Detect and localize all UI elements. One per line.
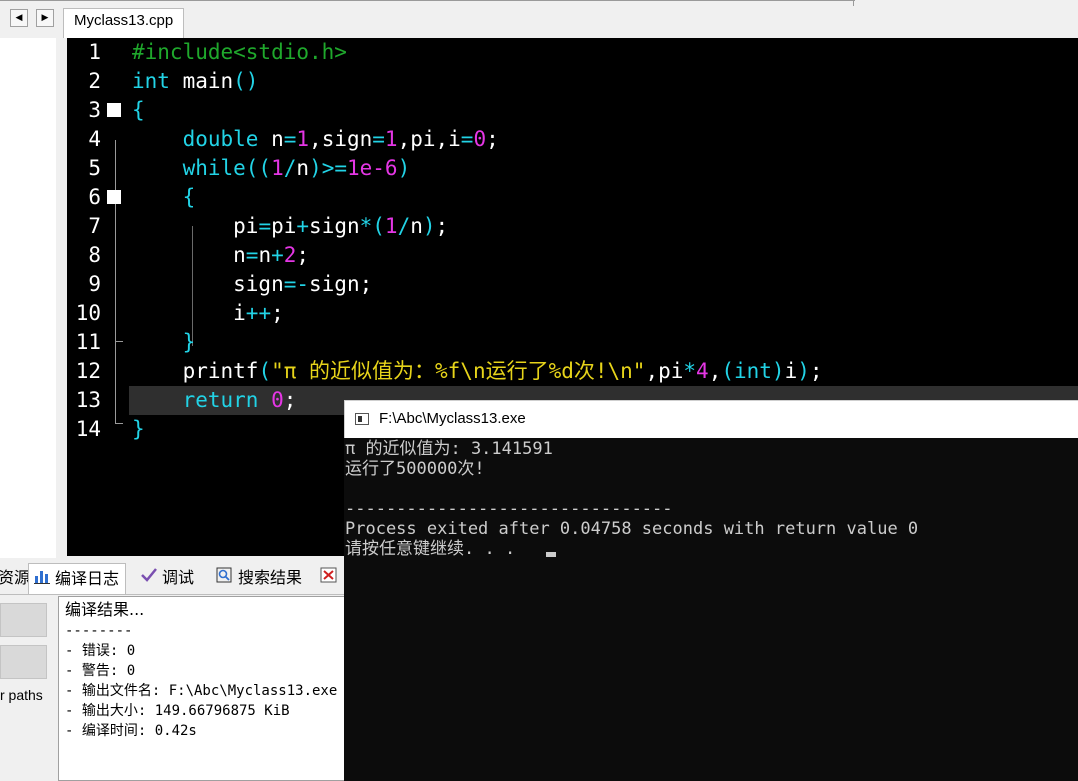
code-text: pi=pi+sign*(1/n); xyxy=(132,214,449,238)
code-line-5[interactable]: 5 while((1/n)>=1e-6) xyxy=(67,154,1078,183)
console-app-icon xyxy=(355,413,369,425)
code-text: return 0; xyxy=(182,388,297,412)
code-text: int main() xyxy=(132,69,259,93)
code-text: { xyxy=(182,185,196,209)
tab-scroll-right-button[interactable]: ▶ xyxy=(36,9,54,27)
code-text: printf("π 的近似值为：%f\n运行了%d次!\n",pi*4,(int… xyxy=(132,359,823,383)
line-number: 9 xyxy=(88,272,101,296)
search-icon xyxy=(216,563,234,593)
code-text: n=n+2; xyxy=(132,243,310,267)
console-cursor xyxy=(546,552,556,557)
fold-toggle-icon[interactable] xyxy=(107,190,121,204)
top-border xyxy=(0,0,855,1)
code-text: double n=1,sign=1,pi,i=0; xyxy=(182,127,499,151)
log-separator: -------- xyxy=(65,623,133,639)
tab-label: 调试 xyxy=(162,568,195,587)
console-window[interactable]: F:\Abc\Myclass13.exe π 的近似值为: 3.141591 运… xyxy=(344,400,1078,781)
project-panel xyxy=(0,38,57,558)
tab-compile-log[interactable]: 编译日志 xyxy=(28,563,127,594)
console-line: π 的近似值为: 3.141591 xyxy=(345,439,553,459)
line-number: 10 xyxy=(75,301,101,325)
log-title: 编译结果... xyxy=(65,600,145,619)
code-line-7[interactable]: 7 pi=pi+sign*(1/n); xyxy=(67,212,1078,241)
line-number: 4 xyxy=(88,127,101,151)
fold-toggle-icon[interactable] xyxy=(107,103,121,117)
tab-label: 编译日志 xyxy=(55,569,120,588)
line-number: 7 xyxy=(88,214,101,238)
code-line-1[interactable]: 1 #include<stdio.h> xyxy=(67,38,1078,67)
panel-splitter[interactable] xyxy=(56,38,67,558)
code-text: #include<stdio.h> xyxy=(132,40,347,64)
paths-label: r paths xyxy=(0,687,43,703)
compile-log-output[interactable]: 编译结果... -------- - 错误: 0 - 警告: 0 - 输出文件名… xyxy=(58,596,346,781)
line-number: 12 xyxy=(75,359,101,383)
code-line-4[interactable]: 4 double n=1,sign=1,pi,i=0; xyxy=(67,125,1078,154)
tab-scroll-left-button[interactable]: ◀ xyxy=(10,9,28,27)
log-errors: - 错误: 0 xyxy=(65,643,136,659)
line-number: 5 xyxy=(88,156,101,180)
code-line-12[interactable]: 12 printf("π 的近似值为：%f\n运行了%d次!\n",pi*4,(… xyxy=(67,357,1078,386)
line-number: 3 xyxy=(88,98,101,122)
line-number: 14 xyxy=(75,417,101,441)
code-line-11[interactable]: 11 } xyxy=(67,328,1078,357)
top-border-end xyxy=(853,0,854,6)
code-line-10[interactable]: 10 i++; xyxy=(67,299,1078,328)
bottom-panel-tabs: 资源 编译日志 调试 搜索结果 xyxy=(0,563,344,595)
code-line-3[interactable]: 3 { xyxy=(67,96,1078,125)
log-output-file: - 输出文件名: F:\Abc\Myclass13.exe xyxy=(65,683,338,699)
line-number: 1 xyxy=(88,40,101,64)
log-output-size: - 输出大小: 149.66796875 KiB xyxy=(65,703,290,719)
log-compile-time: - 编译时间: 0.42s xyxy=(65,723,197,739)
close-panel-icon xyxy=(320,563,338,593)
tab-myclass13-cpp[interactable]: Myclass13.cpp xyxy=(63,8,185,38)
tab-label: 搜索结果 xyxy=(238,568,303,587)
editor-tab-strip: ◀ ▶ Myclass13.cpp xyxy=(0,0,1078,38)
check-icon xyxy=(140,563,158,593)
console-line: 运行了500000次! xyxy=(345,459,485,479)
line-number: 13 xyxy=(75,388,101,412)
tab-close-results[interactable] xyxy=(320,563,342,593)
code-text: } xyxy=(182,330,196,354)
line-number: 8 xyxy=(88,243,101,267)
tab-resources[interactable]: 资源 xyxy=(0,563,30,593)
console-line: Process exited after 0.04758 seconds wit… xyxy=(345,519,919,539)
side-panel-button[interactable] xyxy=(0,603,47,637)
line-number: 2 xyxy=(88,69,101,93)
tab-search-results[interactable]: 搜索结果 xyxy=(216,563,302,593)
code-text: sign=-sign; xyxy=(132,272,373,296)
code-text: } xyxy=(132,417,145,441)
code-line-8[interactable]: 8 n=n+2; xyxy=(67,241,1078,270)
code-line-9[interactable]: 9 sign=-sign; xyxy=(67,270,1078,299)
console-line: -------------------------------- xyxy=(345,499,673,519)
log-warnings: - 警告: 0 xyxy=(65,663,136,679)
code-text: { xyxy=(132,98,145,122)
console-title: F:\Abc\Myclass13.exe xyxy=(379,410,526,427)
bar-chart-icon xyxy=(33,564,51,594)
code-line-6[interactable]: 6 { xyxy=(67,183,1078,212)
console-line: 请按任意键继续. . . xyxy=(345,539,526,559)
code-text: while((1/n)>=1e-6) xyxy=(182,156,411,180)
line-number: 6 xyxy=(88,185,101,209)
tab-debug[interactable]: 调试 xyxy=(140,563,194,593)
code-line-2[interactable]: 2 int main() xyxy=(67,67,1078,96)
side-panel-button[interactable] xyxy=(0,645,47,679)
console-titlebar[interactable]: F:\Abc\Myclass13.exe xyxy=(344,400,1078,438)
code-text: i++; xyxy=(132,301,284,325)
line-number: 11 xyxy=(75,330,101,354)
